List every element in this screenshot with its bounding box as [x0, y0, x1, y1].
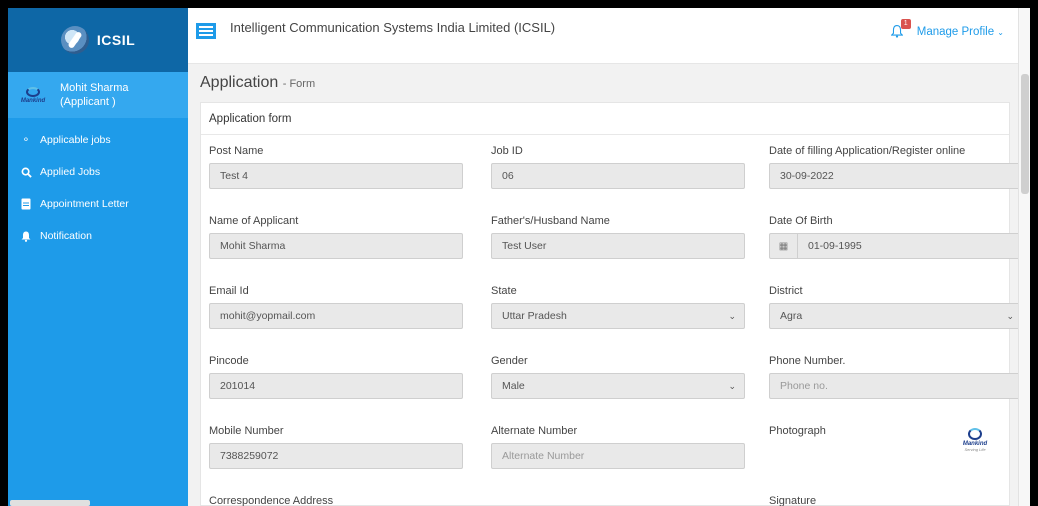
chevron-down-icon: ⌄ [997, 27, 1004, 37]
sidebar-item-appointment-letter[interactable]: Appointment Letter [8, 188, 188, 220]
sidebar-item-applicable-jobs[interactable]: ⚬ Applicable jobs [8, 124, 188, 156]
handshake-icon: ⚬ [21, 134, 31, 146]
date-filling-field: Date of filling Application/Register onl… [769, 145, 1023, 189]
post-name-field: Post Name Test 4 [209, 145, 463, 189]
signature-field: Signature [769, 495, 817, 506]
photograph-image: Mankind Serving Life [955, 428, 995, 462]
sidebar-item-label: Applicable jobs [40, 134, 111, 146]
brand-bar[interactable]: ICSIL [8, 8, 188, 72]
user-profile[interactable]: Mankind Mohit Sharma (Applicant ) [8, 72, 188, 118]
bell-icon [20, 231, 32, 242]
chevron-down-icon: ⌄ [728, 381, 736, 391]
district-field: District Agra ⌄ [769, 285, 1023, 329]
phone-field: Phone Number. Phone no. [769, 355, 1023, 399]
state-field: State Uttar Pradesh ⌄ [491, 285, 745, 329]
sidebar-item-notification[interactable]: Notification [8, 220, 188, 252]
sidebar-item-label: Notification [40, 230, 92, 242]
app-window: ICSIL Mankind Mohit Sharma (Applicant ) … [8, 8, 1030, 506]
gender-select[interactable]: Male ⌄ [491, 373, 745, 399]
application-form-card: Application form Post Name Test 4 Job ID… [200, 102, 1023, 506]
dob-input[interactable]: ▦ 01-09-1995 [769, 233, 1023, 259]
mobile-field: Mobile Number 7388259072 [209, 425, 463, 469]
state-select[interactable]: Uttar Pradesh ⌄ [491, 303, 745, 329]
user-role: (Applicant ) [60, 96, 116, 108]
topbar: Intelligent Communication Systems India … [188, 8, 1018, 64]
user-name: Mohit Sharma [60, 82, 129, 94]
page-title: Application - Form [200, 74, 316, 91]
chevron-down-icon: ⌄ [728, 311, 736, 321]
mobile-input[interactable]: 7388259072 [209, 443, 463, 469]
pincode-field: Pincode 201014 [209, 355, 463, 399]
date-filling-input[interactable]: 30-09-2022 [769, 163, 1023, 189]
alternate-input[interactable]: Alternate Number [491, 443, 745, 469]
job-id-field: Job ID 06 [491, 145, 745, 189]
scrollbar-thumb[interactable] [1021, 74, 1029, 194]
calendar-icon[interactable]: ▦ [770, 234, 798, 258]
father-name-input[interactable]: Test User [491, 233, 745, 259]
applicant-name-input[interactable]: Mohit Sharma [209, 233, 463, 259]
email-field: Email Id mohit@yopmail.com [209, 285, 463, 329]
pincode-input[interactable]: 201014 [209, 373, 463, 399]
email-input[interactable]: mohit@yopmail.com [209, 303, 463, 329]
sidebar-nav: ⚬ Applicable jobs Applied Jobs Appointme… [8, 118, 188, 252]
org-title: Intelligent Communication Systems India … [230, 20, 556, 35]
brand-name: ICSIL [96, 32, 136, 48]
mankind-logo-icon: Mankind [16, 80, 50, 110]
menu-toggle-icon[interactable] [196, 22, 216, 39]
alternate-field: Alternate Number Alternate Number [491, 425, 745, 469]
document-icon [20, 198, 32, 210]
card-title: Application form [201, 103, 1009, 135]
sidebar-item-label: Appointment Letter [40, 198, 129, 210]
search-icon [20, 167, 32, 178]
notification-badge: 1 [900, 18, 911, 29]
sidebar-scrollbar[interactable] [10, 500, 90, 506]
page-subtitle: - Form [282, 78, 316, 90]
manage-profile-dropdown[interactable]: Manage Profile ⌄ [917, 26, 1004, 38]
sidebar-item-applied-jobs[interactable]: Applied Jobs [8, 156, 188, 188]
district-select[interactable]: Agra ⌄ [769, 303, 1023, 329]
sidebar: ICSIL Mankind Mohit Sharma (Applicant ) … [8, 8, 188, 506]
job-id-input[interactable]: 06 [491, 163, 745, 189]
page-scrollbar[interactable] [1018, 8, 1030, 506]
father-name-field: Father's/Husband Name Test User [491, 215, 745, 259]
correspondence-address-field: Correspondence Address [209, 495, 334, 506]
sidebar-item-label: Applied Jobs [40, 166, 101, 178]
applicant-name-field: Name of Applicant Mohit Sharma [209, 215, 463, 259]
gender-field: Gender Male ⌄ [491, 355, 745, 399]
icsil-logo-icon [60, 26, 89, 54]
chevron-down-icon: ⌄ [1006, 311, 1014, 321]
post-name-input[interactable]: Test 4 [209, 163, 463, 189]
main-content: Application - Form Application form Post… [188, 64, 1023, 506]
phone-input[interactable]: Phone no. [769, 373, 1023, 399]
dob-field: Date Of Birth ▦ 01-09-1995 [769, 215, 1023, 259]
notification-bell-icon[interactable]: 1 [890, 18, 911, 39]
